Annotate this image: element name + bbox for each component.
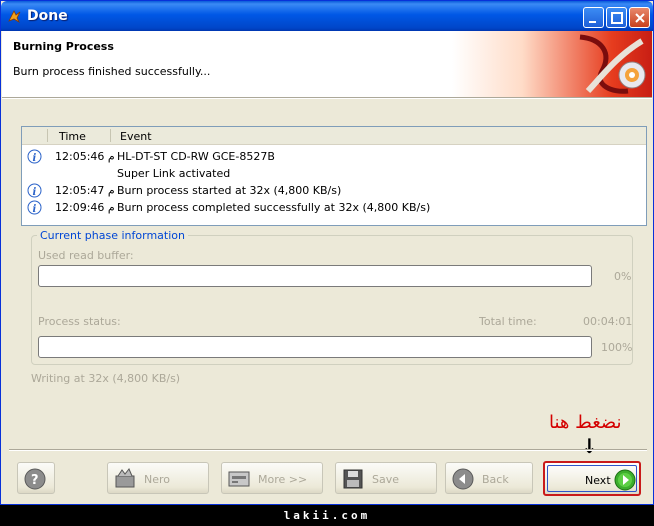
bottom-divider — [9, 449, 647, 451]
close-button[interactable] — [629, 7, 650, 28]
info-icon: i — [27, 149, 42, 164]
log-time: 12:05:46 م — [55, 150, 115, 163]
process-status-percent: 100% — [601, 341, 633, 354]
done-window: Done Burning Process Burn process finish… — [0, 0, 654, 505]
nero-app-icon — [7, 9, 22, 24]
svg-text:i: i — [33, 204, 37, 215]
click-here-annotation: نضغط هنا — [549, 412, 622, 433]
log-row[interactable]: i 12:09:46 م Burn process completed succ… — [22, 199, 646, 215]
log-event: Burn process completed successfully at 3… — [117, 201, 431, 214]
page-title: Burning Process — [13, 40, 114, 53]
back-button-label: Back — [482, 473, 509, 486]
save-button[interactable]: Save — [335, 462, 437, 494]
info-icon: i — [27, 183, 42, 198]
floppy-disk-icon — [341, 467, 365, 491]
svg-text:i: i — [33, 187, 37, 198]
wizard-header: Burning Process Burn process finished su… — [2, 31, 652, 97]
watermark-text: lakii.com — [283, 509, 371, 522]
down-arrow-annotation: ↓ — [581, 434, 598, 458]
total-time-value: 00:04:01 — [583, 315, 633, 328]
log-time: 12:09:46 م — [55, 201, 115, 214]
event-log-list[interactable]: Time Event i 12:05:46 م HL-DT-ST CD-RW G… — [21, 126, 647, 226]
help-icon: ? — [23, 467, 47, 491]
back-arrow-icon — [451, 467, 475, 491]
process-status-progress-bar — [38, 336, 592, 358]
read-buffer-percent: 0% — [614, 270, 632, 283]
column-divider[interactable] — [47, 129, 48, 142]
nero-logo-banner — [452, 31, 652, 97]
nero-button-label: Nero — [144, 473, 171, 486]
header-divider — [2, 97, 652, 99]
writing-speed-text: Writing at 32x (4,800 KB/s) — [31, 372, 181, 385]
help-button[interactable]: ? — [17, 462, 55, 494]
used-read-buffer-label: Used read buffer: — [38, 249, 134, 262]
more-button-label: More >> — [258, 473, 308, 486]
process-status-progress-fill — [40, 338, 590, 356]
page-subtitle: Burn process finished successfully... — [13, 65, 211, 78]
nero-button[interactable]: Nero — [107, 462, 209, 494]
back-button[interactable]: Back — [445, 462, 533, 494]
title-bar[interactable]: Done — [1, 1, 653, 31]
minimize-button[interactable] — [583, 7, 604, 28]
process-status-label: Process status: — [38, 315, 121, 328]
log-row[interactable]: Super Link activated — [22, 165, 646, 181]
maximize-button[interactable] — [606, 7, 627, 28]
more-button[interactable]: More >> — [221, 462, 323, 494]
log-time: 12:05:47 م — [55, 184, 115, 197]
info-icon: i — [27, 200, 42, 215]
log-event: Super Link activated — [117, 167, 231, 180]
drive-icon — [227, 467, 251, 491]
log-event: Burn process started at 32x (4,800 KB/s) — [117, 184, 342, 197]
log-row[interactable]: i 12:05:47 م Burn process started at 32x… — [22, 182, 646, 198]
log-row[interactable]: i 12:05:46 م HL-DT-ST CD-RW GCE-8527B — [22, 148, 646, 164]
column-event[interactable]: Event — [120, 130, 152, 143]
svg-text:?: ? — [31, 473, 39, 488]
current-phase-legend: Current phase information — [37, 229, 188, 242]
log-event: HL-DT-ST CD-RW GCE-8527B — [117, 150, 275, 163]
read-buffer-progress-bar — [38, 265, 592, 287]
next-button-label: Next — [585, 474, 611, 487]
log-header: Time Event — [22, 127, 646, 145]
watermark-footer: lakii.com — [0, 505, 654, 526]
next-button[interactable]: Next — [543, 461, 641, 496]
nero-burn-icon — [113, 467, 137, 491]
next-arrow-icon — [613, 468, 637, 492]
save-button-label: Save — [372, 473, 400, 486]
total-time-label: Total time: — [479, 315, 537, 328]
svg-text:i: i — [33, 153, 37, 164]
column-divider[interactable] — [110, 129, 111, 142]
window-title: Done — [27, 8, 68, 24]
column-time[interactable]: Time — [59, 130, 86, 143]
